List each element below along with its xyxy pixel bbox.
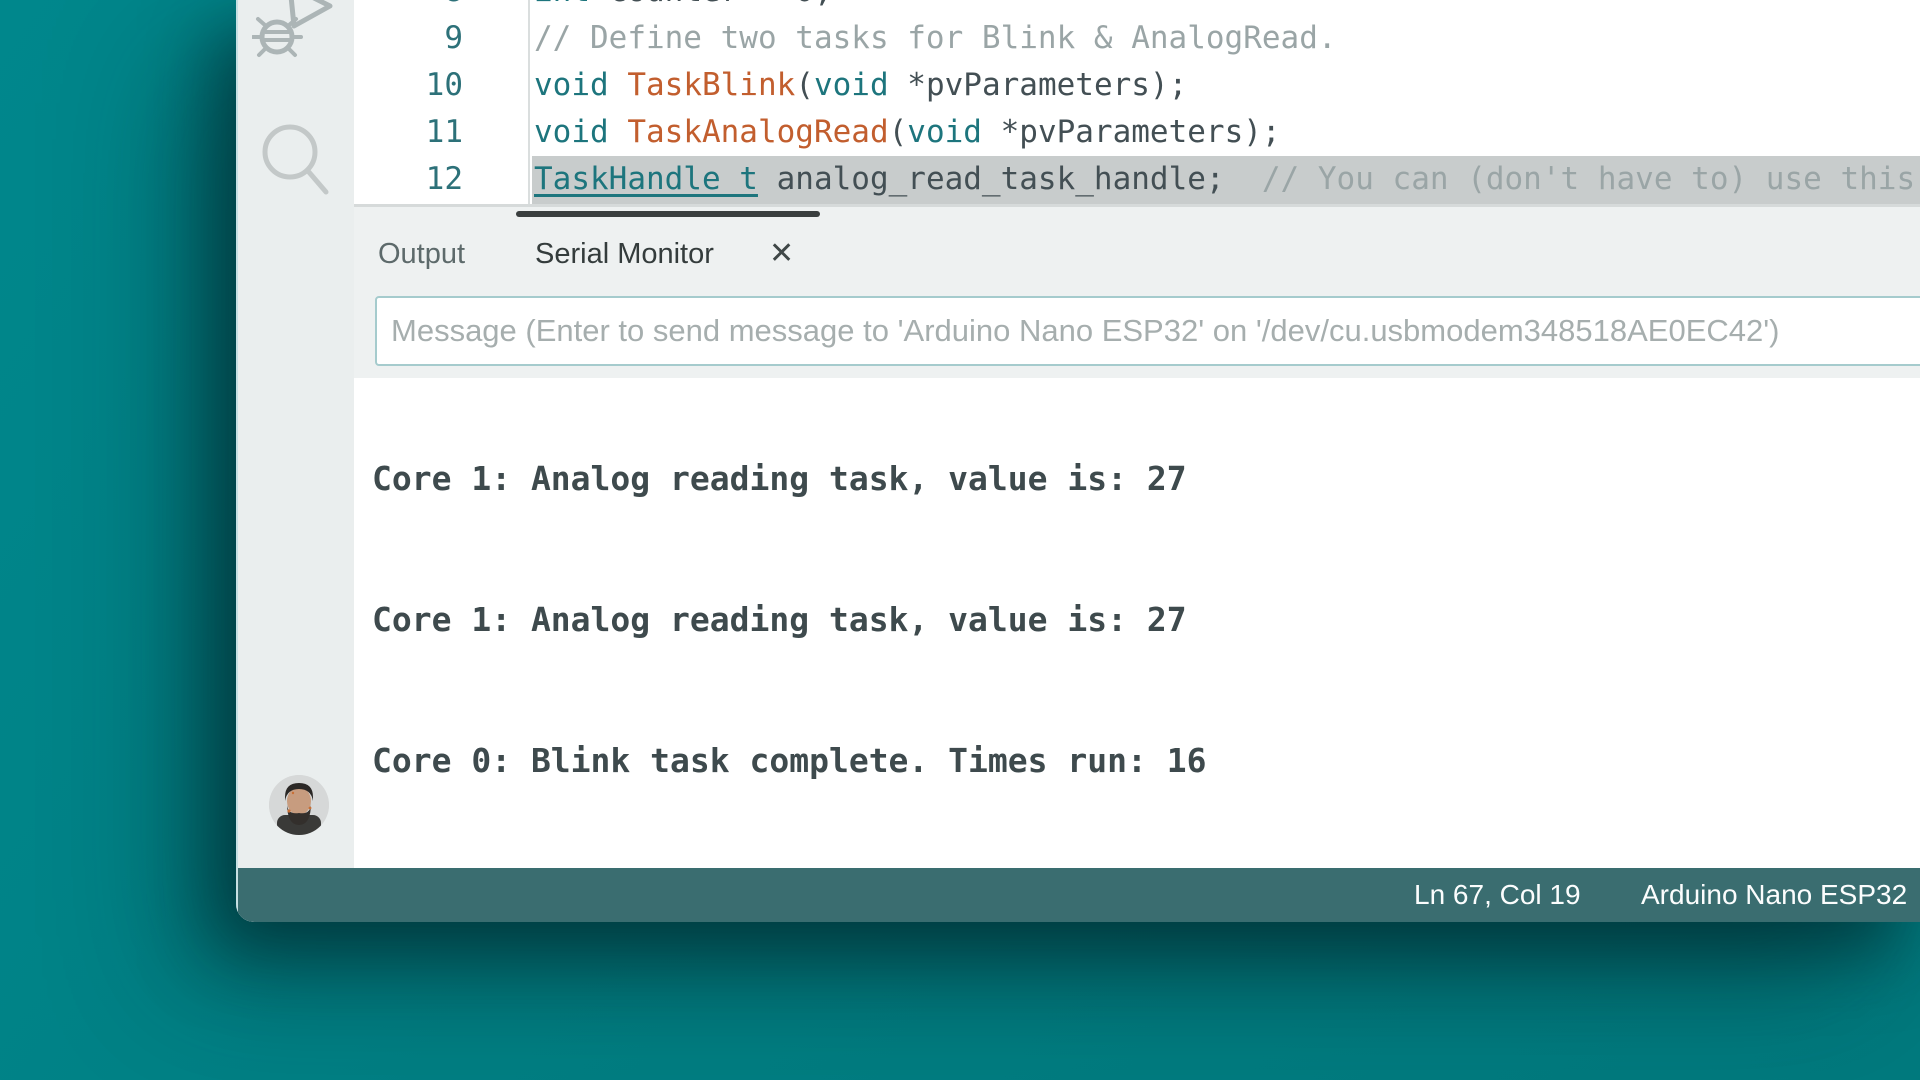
serial-line: Core 1: Analog reading task, value is: 2… (372, 459, 1187, 498)
close-icon[interactable]: ✕ (769, 229, 794, 279)
tab-serial-monitor[interactable]: Serial Monitor (535, 229, 714, 279)
code-editor[interactable]: 8 int counter = 0; 9 // Define two tasks… (354, 0, 1920, 204)
debug-button[interactable] (236, 0, 354, 68)
line-number: 9 (444, 20, 463, 56)
horizontal-scrollbar[interactable] (516, 211, 820, 217)
code-line-8: 8 int counter = 0; (354, 0, 1920, 15)
code-line-10: 10 void TaskBlink(void *pvParameters); (354, 62, 1920, 109)
desktop-background: 8 int counter = 0; 9 // Define two tasks… (0, 0, 1920, 1080)
activity-bar (236, 0, 354, 868)
line-number: 10 (425, 67, 463, 103)
board-name[interactable]: Arduino Nano ESP32 (1641, 868, 1907, 922)
line-number: 8 (354, 0, 463, 15)
arduino-ide-window: 8 int counter = 0; 9 // Define two tasks… (236, 0, 1920, 922)
serial-line: Core 1: Analog reading task, value is: 2… (372, 600, 1187, 639)
search-icon (258, 120, 332, 200)
code-line-9: 9 // Define two tasks for Blink & Analog… (354, 15, 1920, 62)
serial-log: Core 1: Analog reading task, value is: 2… (354, 378, 1920, 868)
status-bar: Ln 67, Col 19 Arduino Nano ESP32 (236, 868, 1920, 922)
code-line-12-highlighted: 12 TaskHandle_t analog_read_task_handle;… (354, 156, 1920, 204)
serial-monitor-output[interactable]: Core 1: Analog reading task, value is: 2… (354, 378, 1920, 868)
search-button[interactable] (236, 120, 354, 200)
line-number: 11 (425, 114, 463, 150)
tab-output[interactable]: Output (378, 229, 465, 279)
code-line-11: 11 void TaskAnalogRead(void *pvParameter… (354, 109, 1920, 156)
cursor-position[interactable]: Ln 67, Col 19 (1414, 868, 1581, 922)
window-left-edge (236, 0, 238, 922)
editor-panel-divider (354, 204, 1920, 207)
account-avatar[interactable] (269, 775, 329, 835)
serial-line: Core 0: Blink task complete. Times run: … (372, 741, 1207, 780)
debug-bug-arrow-icon (252, 0, 338, 68)
line-number: 12 (425, 161, 463, 197)
serial-message-input[interactable] (375, 296, 1920, 366)
